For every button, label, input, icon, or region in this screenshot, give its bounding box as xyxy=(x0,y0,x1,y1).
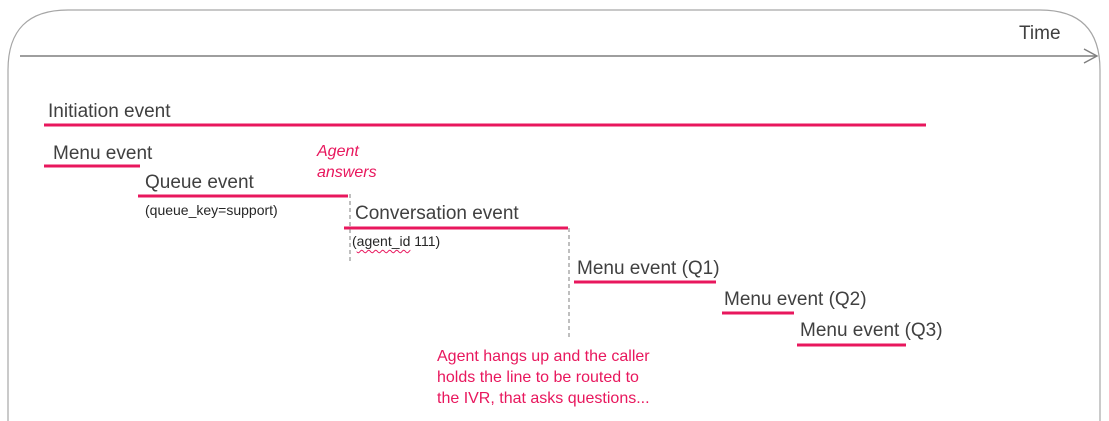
menu-q3-event-label: Menu event (Q3) xyxy=(800,320,943,341)
agent-answers-annotation: Agent answers xyxy=(317,142,377,184)
conversation-event-label: Conversation event xyxy=(355,203,519,224)
menu-q1-event-label: Menu event (Q1) xyxy=(577,258,720,279)
menu-q2-event-label: Menu event (Q2) xyxy=(724,289,867,310)
agent-answers-line-2: answers xyxy=(317,163,377,181)
initiation-event-label: Initiation event xyxy=(48,101,171,122)
time-axis-label: Time xyxy=(1019,23,1061,44)
hangup-line-1: Agent hangs up and the caller xyxy=(437,348,650,365)
agent-answers-line-1: Agent xyxy=(317,143,359,160)
hangup-line-3: the IVR, that asks questions... xyxy=(437,389,650,407)
agent-id-value: 111) xyxy=(410,233,441,249)
queue-event-detail: (queue_key=support) xyxy=(145,202,278,218)
hangup-line-2: holds the line to be routed to xyxy=(437,368,639,386)
queue-event-label: Queue event xyxy=(145,172,254,193)
menu-event-label: Menu event xyxy=(53,143,153,164)
timeline-diagram: Time Initiation event Menu event Queue e… xyxy=(0,0,1109,421)
conversation-event-detail: (agent_id 111) xyxy=(352,234,440,248)
hangup-annotation: Agent hangs up and the caller holds the … xyxy=(437,347,650,409)
agent-id-key: agent_id xyxy=(356,233,411,249)
